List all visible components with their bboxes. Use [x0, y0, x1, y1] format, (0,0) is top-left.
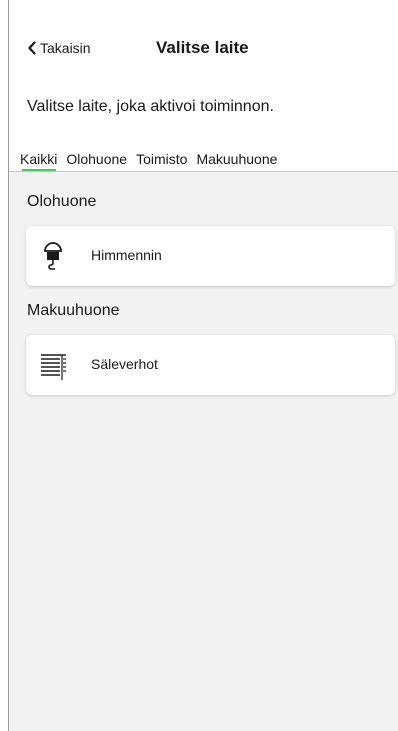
tab-makuuhuone[interactable]: Makuuhuone	[196, 151, 277, 167]
header: Takaisin Valitse laite	[9, 30, 398, 68]
room-tabs: Kaikki Olohuone Toimisto Makuuhuone	[20, 151, 277, 172]
blinds-icon	[38, 349, 68, 381]
device-label: Säleverhot	[91, 356, 158, 372]
back-label: Takaisin	[40, 40, 91, 56]
top-panel: Takaisin Valitse laite Valitse laite, jo…	[9, 0, 398, 172]
page-subtitle: Valitse laite, joka aktivoi toiminnon.	[27, 98, 274, 115]
app-frame: Takaisin Valitse laite Valitse laite, jo…	[8, 0, 398, 731]
device-card-saleverhot[interactable]: Säleverhot	[26, 335, 395, 395]
section-label-makuuhuone: Makuuhuone	[27, 302, 120, 319]
device-card-himmennin[interactable]: Himmennin	[26, 226, 395, 286]
tab-olohuone[interactable]: Olohuone	[66, 151, 127, 167]
device-label: Himmennin	[91, 247, 162, 263]
back-button[interactable]: Takaisin	[27, 40, 91, 56]
tab-kaikki[interactable]: Kaikki	[20, 151, 57, 172]
tabs-divider	[9, 171, 398, 172]
page-title: Valitse laite	[156, 38, 249, 57]
bulb-icon	[38, 240, 68, 272]
tab-toimisto[interactable]: Toimisto	[136, 151, 187, 167]
section-label-olohuone: Olohuone	[27, 193, 97, 210]
chevron-left-icon	[27, 41, 37, 55]
